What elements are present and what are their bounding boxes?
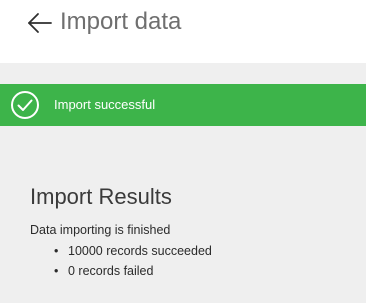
- back-button[interactable]: [26, 10, 54, 36]
- banner-message: Import successful: [54, 97, 156, 112]
- list-item-succeeded: 10000 records succeeded: [54, 241, 212, 261]
- results-summary: Data importing is finished: [30, 223, 171, 237]
- results-list: 10000 records succeeded 0 records failed: [54, 241, 212, 281]
- list-item-failed: 0 records failed: [54, 261, 212, 281]
- arrow-left-icon: [28, 13, 52, 33]
- content-area: Import successful Import Results Data im…: [0, 63, 366, 303]
- results-title: Import Results: [30, 184, 172, 209]
- check-circle-icon: [9, 89, 41, 121]
- page-title: Import data: [60, 8, 182, 35]
- page-header: Import data: [0, 0, 366, 63]
- success-banner: Import successful: [0, 84, 366, 126]
